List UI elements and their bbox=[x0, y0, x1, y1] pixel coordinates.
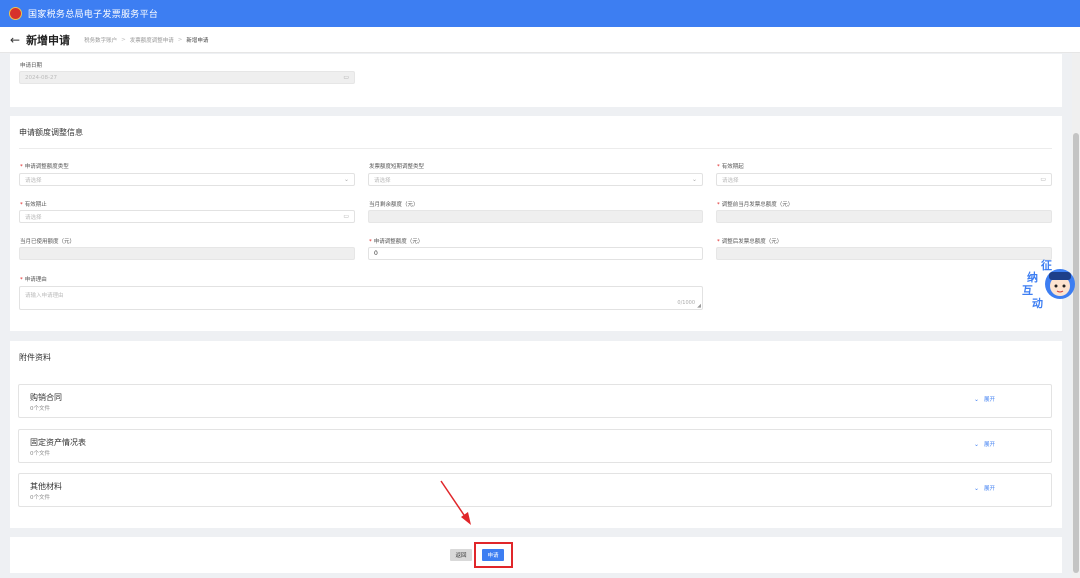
expand-button[interactable]: ⌄ 展开 bbox=[973, 484, 995, 493]
valid-from-placeholder: 请选择 bbox=[722, 177, 739, 184]
attachment-name: 固定资产情况表 bbox=[30, 438, 86, 447]
quota-info-card: 申请额度调整信息 * 申请调整额度类型 请选择 ⌄ 发票额度短期调整类型 请选择 … bbox=[10, 116, 1062, 331]
chevron-down-icon: ⌄ bbox=[973, 440, 979, 448]
valid-to-label: * 有效期止 bbox=[20, 202, 47, 208]
short-term-type-placeholder: 请选择 bbox=[374, 177, 391, 184]
top-bar: 国家税务总局电子发票服务平台 bbox=[0, 0, 1080, 27]
valid-to-placeholder: 请选择 bbox=[25, 214, 42, 221]
total-after-label: * 调整后发票总额度（元） bbox=[717, 239, 783, 245]
expand-label: 展开 bbox=[983, 397, 995, 403]
page-header: ← 新增申请 税务数字账户 > 发票额度调整申请 > 新增申请 bbox=[0, 27, 1080, 53]
assistant-label-char: 征 bbox=[1041, 259, 1052, 272]
used-quota-field bbox=[19, 247, 355, 260]
attachment-item-fixed-assets: 固定资产情况表 0个文件 ⌄ 展开 bbox=[18, 429, 1052, 463]
reason-char-counter: 0/1000 bbox=[677, 300, 695, 306]
left-arrow-icon[interactable]: ← bbox=[10, 34, 20, 46]
actions-bar: 返回 申请 bbox=[10, 537, 1062, 573]
total-before-field bbox=[716, 210, 1052, 223]
total-after-field bbox=[716, 247, 1052, 260]
short-term-type-select[interactable]: 请选择 ⌄ bbox=[368, 173, 703, 186]
apply-date-value: 2024-08-27 bbox=[25, 74, 57, 81]
chevron-down-icon: ⌄ bbox=[973, 395, 979, 403]
short-term-type-label: 发票额度短期调整类型 bbox=[369, 164, 425, 170]
adjust-amount-label: * 申请调整额度（元） bbox=[369, 239, 424, 245]
submit-button[interactable]: 申请 bbox=[482, 549, 504, 561]
reason-textarea[interactable]: 请输入申请理由 0/1000 ◢ bbox=[19, 286, 703, 310]
tax-emblem-icon bbox=[9, 7, 22, 20]
page-title: 新增申请 bbox=[26, 33, 71, 47]
section-divider bbox=[19, 148, 1052, 149]
total-before-label: * 调整前当月发票总额度（元） bbox=[717, 202, 794, 208]
basic-info-card: 申请日期 2024-08-27 ▭ bbox=[10, 54, 1062, 107]
breadcrumb-separator: > bbox=[177, 36, 183, 43]
attachment-name: 其他材料 bbox=[30, 482, 62, 491]
attachment-count: 0个文件 bbox=[30, 406, 50, 412]
scrollbar-thumb[interactable] bbox=[1073, 133, 1079, 573]
app-title: 国家税务总局电子发票服务平台 bbox=[28, 10, 159, 20]
page-scrollbar[interactable] bbox=[1072, 53, 1080, 578]
apply-date-field: 2024-08-27 ▭ bbox=[19, 71, 355, 84]
breadcrumb-item-account[interactable]: 税务数字账户 bbox=[84, 36, 117, 44]
adjust-type-select[interactable]: 请选择 ⌄ bbox=[19, 173, 355, 186]
reason-placeholder: 请输入申请理由 bbox=[25, 293, 64, 299]
valid-from-date-picker[interactable]: 请选择 ▭ bbox=[716, 173, 1052, 186]
valid-from-label: * 有效期起 bbox=[717, 164, 744, 170]
quota-section-title: 申请额度调整信息 bbox=[19, 128, 83, 137]
expand-label: 展开 bbox=[983, 442, 995, 448]
adjust-type-label: * 申请调整额度类型 bbox=[20, 164, 69, 170]
attachment-item-purchase-contract: 购销合同 0个文件 ⌄ 展开 bbox=[18, 384, 1052, 418]
assistant-label-char: 动 bbox=[1032, 297, 1043, 310]
chevron-down-icon: ⌄ bbox=[973, 484, 979, 492]
calendar-icon: ▭ bbox=[343, 74, 349, 81]
expand-button[interactable]: ⌄ 展开 bbox=[973, 440, 995, 449]
chevron-down-icon: ⌄ bbox=[343, 176, 349, 183]
chevron-down-icon: ⌄ bbox=[691, 176, 697, 183]
valid-to-date-picker[interactable]: 请选择 ▭ bbox=[19, 210, 355, 223]
attachment-name: 购销合同 bbox=[30, 393, 62, 402]
remaining-quota-label: 当月剩余额度（元） bbox=[369, 202, 419, 208]
calendar-icon: ▭ bbox=[343, 213, 349, 220]
reason-label: * 申请理由 bbox=[20, 277, 47, 283]
adjust-amount-input[interactable]: 0 bbox=[368, 247, 703, 260]
expand-button[interactable]: ⌄ 展开 bbox=[973, 395, 995, 404]
adjust-type-placeholder: 请选择 bbox=[25, 177, 42, 184]
remaining-quota-field bbox=[368, 210, 703, 223]
adjust-amount-value: 0 bbox=[374, 250, 378, 257]
breadcrumb-separator: > bbox=[121, 36, 126, 43]
calendar-icon: ▭ bbox=[1040, 176, 1046, 183]
assistant-widget[interactable]: 征 纳 互 动 bbox=[1020, 256, 1076, 312]
apply-date-label: 申请日期 bbox=[20, 63, 43, 69]
expand-label: 展开 bbox=[983, 486, 995, 492]
breadcrumb-item-current: 新增申请 bbox=[186, 37, 209, 44]
attachments-card: 附件资料 购销合同 0个文件 ⌄ 展开 固定资产情况表 0个文件 ⌄ 展开 其他… bbox=[10, 341, 1062, 528]
resize-handle-icon[interactable]: ◢ bbox=[697, 303, 701, 309]
attachment-count: 0个文件 bbox=[30, 495, 50, 501]
attachment-count: 0个文件 bbox=[30, 451, 50, 457]
breadcrumb-item-quota-apply[interactable]: 发票额度调整申请 bbox=[130, 36, 174, 44]
back-button[interactable]: 返回 bbox=[450, 549, 472, 561]
attachment-item-other: 其他材料 0个文件 ⌄ 展开 bbox=[18, 473, 1052, 507]
used-quota-label: 当月已使用额度（元） bbox=[20, 239, 76, 245]
attachments-section-title: 附件资料 bbox=[19, 353, 51, 362]
